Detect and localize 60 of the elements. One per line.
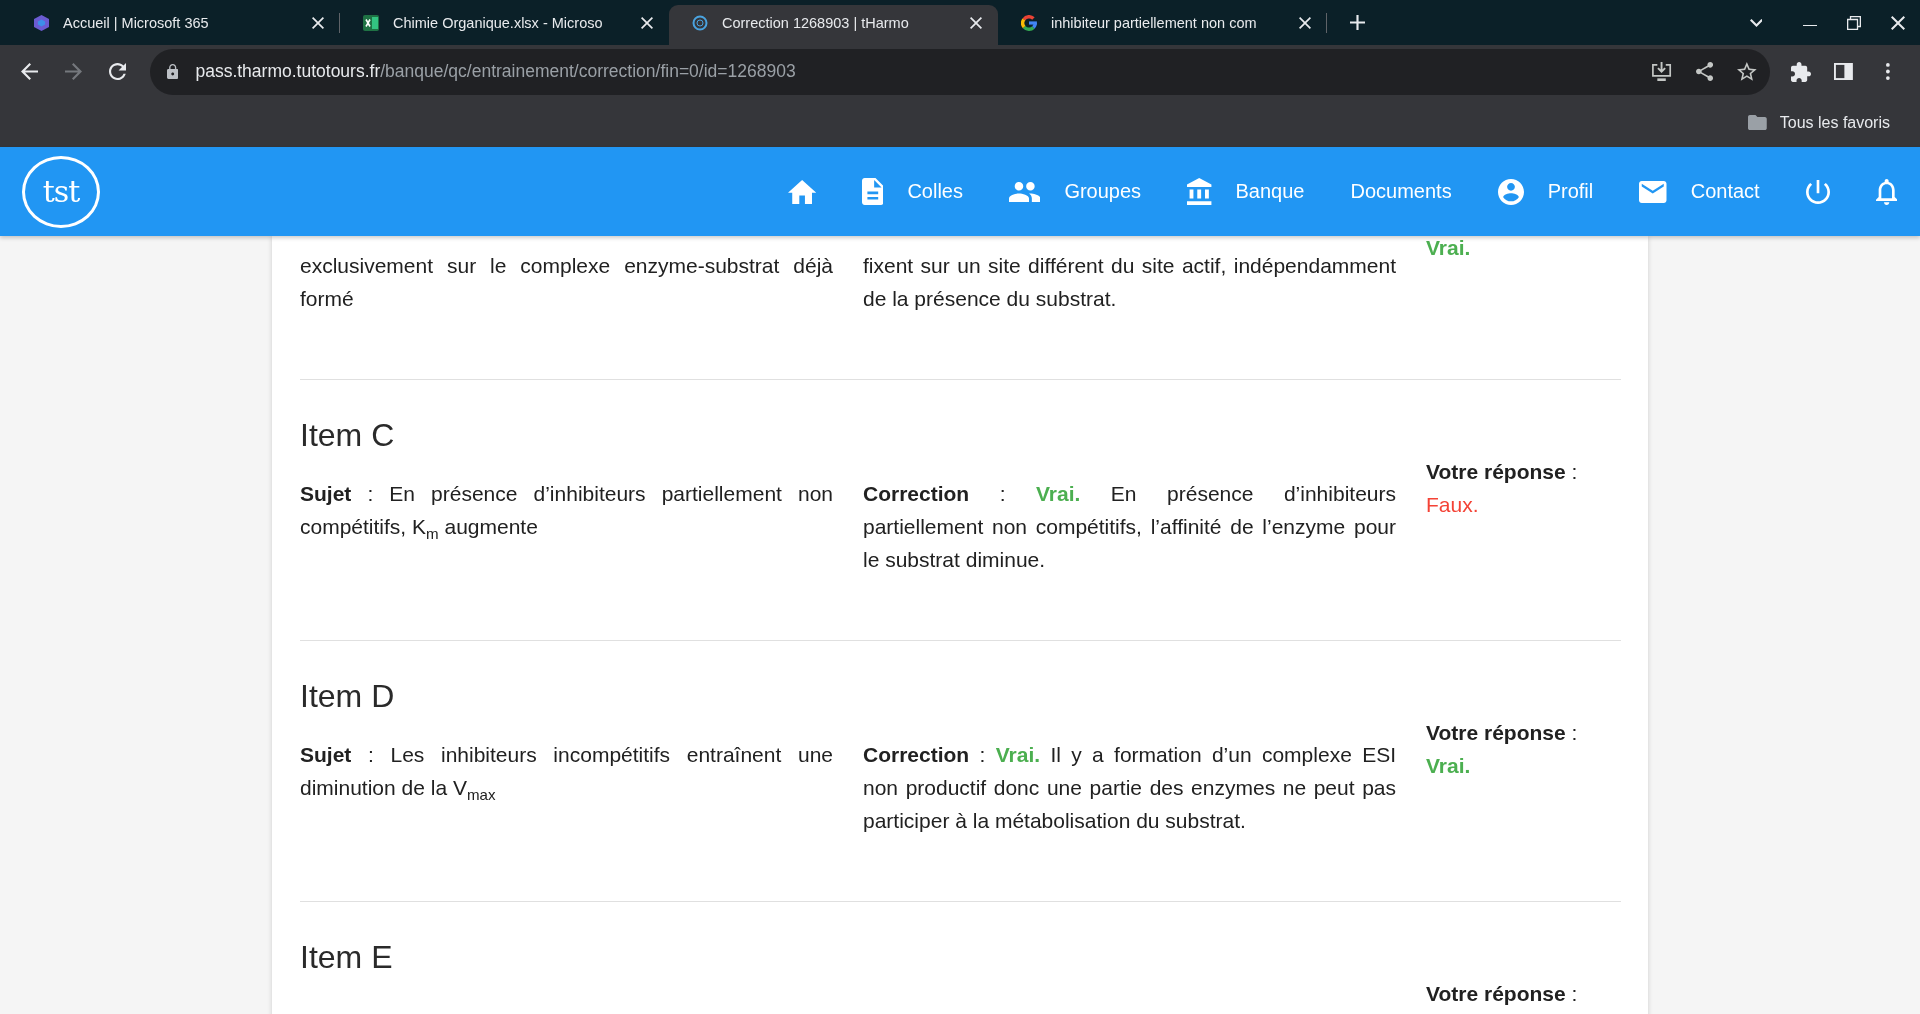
url-text: pass.tharmo.tutotours.fr/banque/qc/entrainement/correction/fin=0/id=1268903 [195,61,796,82]
arrow-right-icon [64,63,82,80]
nav-link[interactable]: Profil [1474,171,1617,212]
document-icon [861,178,884,205]
correction-text: fixent sur un site différent du site actif, indépendamment de la présence du substrat. [863,253,1396,312]
minimize-icon[interactable] [1803,24,1817,27]
subject-text: exclusivement sur le complexe enzyme-substrat déjà formé [300,253,833,312]
correction-text: Correction : Vrai. En présence d’inhibiteurs partiellement non compétitifs, l’affinité de l’enzyme pour le substrat diminue. [863,481,1396,573]
subject-text: Sujet : Les inhibiteurs incompétitifs entraînent une diminution de la V$_{max}$ [300,742,833,804]
restore-icon[interactable] [1847,15,1861,30]
item-title: Item E [300,939,394,975]
bank-building-icon [1187,178,1212,205]
side-panel-icon[interactable] [1834,63,1853,80]
envelope-icon [1639,180,1667,203]
people-icon [1008,181,1041,202]
star-icon[interactable] [1737,62,1757,81]
correction-text: Correction : Vrai. Il y a formation d’un complexe ESI non productif donc une partie des enzymes ne peut pas participer à la métabolisation du substrat. [863,742,1396,834]
answer-label: Votre réponse : [1426,459,1579,485]
menu-icon[interactable] [1885,63,1890,80]
subject-text: Sujet : En présence d’inhibiteurs partiellement non compétitifs, K$_{m}$ augmente [300,481,833,543]
bookmarks-folder-button[interactable]: Tous les favoris [1748,113,1890,132]
item-title: Item C [300,417,396,453]
nav-link[interactable]: Banque [1164,171,1328,212]
spreadsheet-icon [363,14,379,31]
answer-label: Votre réponse : [1426,720,1579,746]
bell-icon [1875,178,1897,205]
close-icon[interactable] [641,16,653,29]
answer-value: Faux. [1426,492,1480,518]
address-bar[interactable]: pass.tharmo.tutotours.fr/banque/qc/entrainement/correction/fin=0/id=1268903 [150,48,1770,95]
close-icon[interactable] [1891,15,1905,30]
browser-tab[interactable]: Chimie Organique.xlsx - Microso [340,5,669,45]
reload-icon [108,63,126,80]
browser-tab[interactable]: inhibiteur partiellement non com [998,5,1327,45]
item-title: Item D [300,678,396,714]
monitor-download-icon[interactable] [1651,62,1673,81]
caret-icon[interactable] [1749,18,1763,27]
share-icon[interactable] [1696,62,1714,81]
site-logo[interactable]: tst [22,155,100,228]
browser-tab[interactable]: Correction 1268903 | tHarmo [669,5,998,45]
puzzle-icon[interactable] [1791,61,1811,82]
nav-link[interactable]: Contact [1616,171,1783,212]
folder-icon [1748,115,1767,130]
lock-icon [167,64,179,79]
plus-icon[interactable] [1350,15,1365,30]
close-icon[interactable] [1299,16,1311,29]
nav-link[interactable]: Colles [838,171,986,212]
power-icon [1805,179,1830,204]
home-icon [787,179,816,204]
browser-tab[interactable]: Accueil | Microsoft 365 [11,5,340,45]
close-icon[interactable] [970,16,982,29]
answer-label: Votre réponse : [1426,981,1579,1007]
colored-g-icon [1021,14,1037,31]
close-icon[interactable] [312,16,324,29]
nav-link[interactable]: Groupes [985,171,1165,212]
arrow-left-icon [20,63,38,80]
ring-icon [692,14,708,31]
answer-value: Vrai. [1426,753,1472,779]
hexagon-icon [34,14,49,31]
nav-link[interactable]: Documents [1327,171,1475,212]
answer-value: Vrai. [1426,236,1472,260]
